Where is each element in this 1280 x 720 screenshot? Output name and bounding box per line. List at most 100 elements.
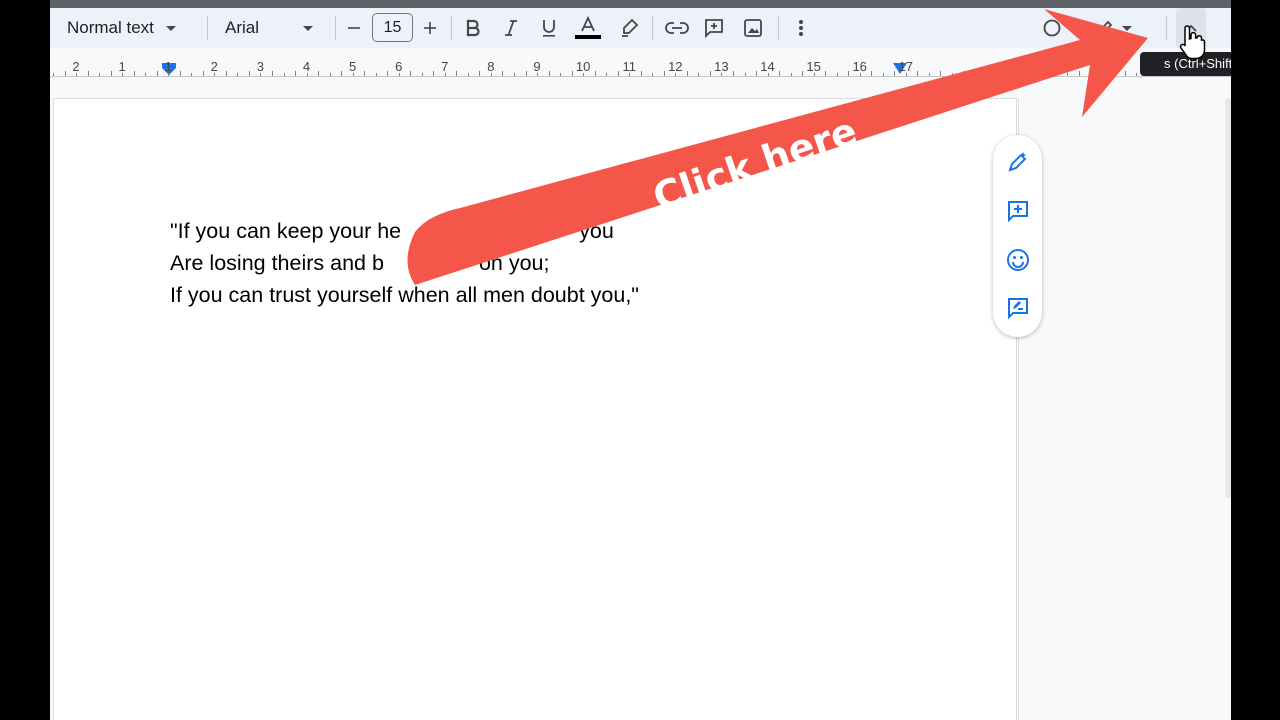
- ruler-tick: [537, 73, 539, 76]
- insert-image-button[interactable]: [739, 8, 767, 48]
- ruler-tick: [1124, 71, 1126, 76]
- ruler-tick: [571, 71, 573, 76]
- ruler-number: 1: [118, 59, 126, 74]
- decrease-font-size-button[interactable]: [342, 8, 366, 48]
- ruler-tick: [951, 73, 953, 76]
- help-me-write-button[interactable]: [1004, 148, 1032, 176]
- ruler-number: 12: [668, 59, 683, 74]
- ruler-number: 5: [348, 59, 357, 74]
- ruler-tick: [456, 71, 458, 76]
- ruler-tick: [525, 71, 527, 76]
- insert-comment-button[interactable]: [700, 8, 728, 48]
- increase-font-size-button[interactable]: [418, 8, 442, 48]
- ruler-tick: [882, 73, 884, 76]
- ruler-tick: [99, 73, 101, 76]
- toolbar-divider: [1166, 16, 1167, 40]
- more-vert-icon: [799, 20, 803, 36]
- floating-action-bar: [993, 135, 1042, 337]
- tooltip: s (Ctrl+Shift+F): [1140, 52, 1231, 76]
- voice-typing-button[interactable]: [1040, 8, 1064, 48]
- highlight-button[interactable]: [616, 8, 642, 48]
- ruler-tick: [1090, 73, 1092, 76]
- more-options-button[interactable]: [789, 8, 813, 48]
- style-dropdown[interactable]: Normal text: [58, 8, 198, 48]
- toolbar-divider: [335, 16, 336, 40]
- vertical-scrollbar[interactable]: [1225, 98, 1231, 498]
- ruler-tick: [686, 71, 688, 76]
- ruler-number: 9: [533, 59, 541, 74]
- add-emoji-reaction-button[interactable]: [1004, 246, 1032, 274]
- hide-menus-button[interactable]: [1176, 8, 1206, 48]
- toolbar-divider: [778, 16, 779, 40]
- ruler-tick: [663, 71, 665, 76]
- document-page[interactable]: [53, 98, 1017, 720]
- text-color-button[interactable]: [573, 8, 603, 48]
- ruler-tick: [871, 71, 873, 76]
- ruler-tick: [133, 71, 135, 76]
- ruler-number: 2: [72, 59, 80, 74]
- toolbar-divider: [207, 16, 208, 40]
- ruler-tick: [1021, 73, 1023, 76]
- ruler-tick: [617, 71, 619, 76]
- add-comment-icon: [705, 19, 723, 39]
- ruler-tick: [271, 71, 273, 76]
- ruler-tick: [583, 73, 585, 76]
- ruler-number: 14: [760, 59, 775, 74]
- chevron-down-icon: [303, 25, 314, 31]
- font-size-input[interactable]: 15: [372, 13, 413, 42]
- ruler-tick: [963, 71, 965, 76]
- italic-button[interactable]: [499, 8, 523, 48]
- ruler-tick: [444, 73, 446, 76]
- highlighter-icon: [622, 18, 639, 37]
- ruler-tick: [145, 73, 147, 76]
- ruler-tick: [594, 71, 596, 76]
- minus-icon: [348, 27, 360, 29]
- ruler-tick: [225, 71, 227, 76]
- horizontal-ruler[interactable]: 2 1 1 2 3 4 5 6 7 8 9 10 11 12 13 14 15 16 17: [50, 48, 1231, 82]
- ruler-tick: [295, 71, 297, 76]
- ruler-tick: [640, 71, 642, 76]
- editing-mode-dropdown[interactable]: [1090, 8, 1138, 48]
- chevron-up-icon: [1185, 24, 1197, 32]
- insert-link-button[interactable]: [662, 8, 692, 48]
- ruler-tick: [848, 71, 850, 76]
- ruler-tick: [306, 73, 308, 76]
- ruler-tick: [652, 73, 654, 76]
- ruler-tick: [732, 71, 734, 76]
- text-color-icon: [575, 16, 601, 39]
- ruler-tick: [1113, 73, 1115, 76]
- ruler-tick: [790, 73, 792, 76]
- add-comment-button[interactable]: [1004, 197, 1032, 225]
- ruler-tick: [1078, 71, 1080, 76]
- font-dropdown[interactable]: Arial: [216, 8, 326, 48]
- ruler-tick: [940, 71, 942, 76]
- ruler-tick: [214, 73, 216, 76]
- clock-icon: [1043, 19, 1061, 37]
- ruler-tick: [548, 71, 550, 76]
- ruler-tick: [859, 73, 861, 76]
- suggest-edit-icon: [1008, 298, 1028, 320]
- ruler-number: 1: [164, 59, 172, 74]
- formatting-toolbar: Normal text Arial 15: [50, 8, 1231, 48]
- ruler-tick: [191, 73, 193, 76]
- ruler-tick: [698, 73, 700, 76]
- link-icon: [665, 22, 689, 34]
- bold-button[interactable]: [461, 8, 485, 48]
- ruler-tick: [514, 73, 515, 76]
- ruler-number: 2: [210, 59, 218, 74]
- ruler-tick: [410, 71, 412, 76]
- underline-button[interactable]: [537, 8, 561, 48]
- ruler-tick: [1032, 71, 1034, 76]
- image-icon: [744, 19, 762, 37]
- ruler-number: 17: [898, 59, 914, 74]
- ruler-tick: [894, 71, 896, 76]
- ruler-tick: [675, 73, 677, 76]
- suggest-edits-button[interactable]: [1004, 294, 1032, 322]
- side-margin-area: [1018, 98, 1231, 720]
- document-body[interactable]: "If you can keep your he you Are losing t…: [170, 215, 639, 311]
- chevron-down-icon: [165, 25, 176, 31]
- ruler-tick: [387, 71, 389, 76]
- ruler-number: 11: [622, 59, 636, 74]
- ruler-tick: [1009, 71, 1011, 76]
- toolbar-divider: [451, 16, 452, 40]
